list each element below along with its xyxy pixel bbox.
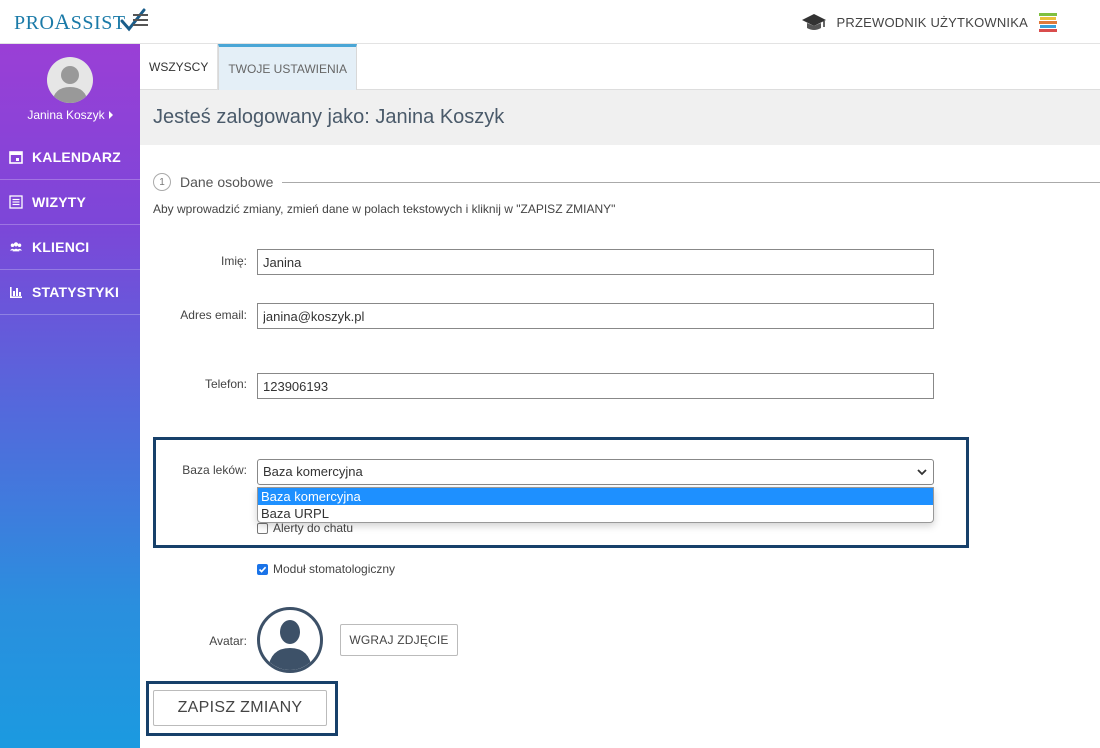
calendar-icon xyxy=(9,151,23,164)
dental-module-label: Moduł stomatologiczny xyxy=(273,562,396,576)
user-profile[interactable]: Janina Koszyk xyxy=(0,44,140,135)
dropdown-option[interactable]: Baza komercyjna xyxy=(258,488,933,505)
bar-chart-icon xyxy=(10,287,22,298)
tab-bar: WSZYSCY TWOJE USTAWIENIA xyxy=(140,44,1100,90)
dropdown-option[interactable]: Baza URPL xyxy=(258,505,933,522)
sidebar-item-statistics[interactable]: STATYSTYKI xyxy=(0,270,140,315)
checkmark-icon xyxy=(258,566,267,573)
page-title: Jesteś zalogowany jako: Janina Koszyk xyxy=(153,106,505,128)
avatar xyxy=(47,57,93,103)
email-input[interactable] xyxy=(257,303,934,329)
drug-db-selected-value: Baza komercyjna xyxy=(263,464,363,479)
sidebar-item-label: KLIENCI xyxy=(32,239,90,255)
sidebar-item-clients[interactable]: KLIENCI xyxy=(0,225,140,270)
user-name-label: Janina Koszyk xyxy=(27,108,105,122)
list-icon xyxy=(9,195,23,209)
drug-db-dropdown: Baza komercyjna Baza URPL xyxy=(257,487,934,523)
section-title: Dane osobowe xyxy=(180,174,274,190)
logo-text: PROASSIST xyxy=(14,9,126,34)
instructions-text: Aby wprowadzić zmiany, zmień dane w pola… xyxy=(153,202,616,216)
users-icon xyxy=(9,242,23,252)
tab-your-settings[interactable]: TWOJE USTAWIENIA xyxy=(218,44,358,90)
dental-module-row: Moduł stomatologiczny xyxy=(257,562,395,576)
sidebar: Janina Koszyk KALENDARZ WIZYTY KLIENCI S… xyxy=(0,44,140,748)
phone-input[interactable] xyxy=(257,373,934,399)
upload-photo-button[interactable]: WGRAJ ZDJĘCIE xyxy=(340,624,458,656)
dental-module-checkbox[interactable] xyxy=(257,563,268,575)
proassist-logo[interactable]: PROASSIST xyxy=(14,8,146,36)
chat-alerts-row: Alerty do chatu xyxy=(257,521,353,535)
user-name[interactable]: Janina Koszyk xyxy=(27,108,113,122)
menu-toggle-icon[interactable] xyxy=(133,14,148,27)
avatar-preview xyxy=(257,607,323,673)
caret-right-icon xyxy=(108,111,113,119)
step-number: 1 xyxy=(153,173,171,191)
save-button[interactable]: ZAPISZ ZMIANY xyxy=(153,690,327,726)
first-name-input[interactable] xyxy=(257,249,934,275)
user-silhouette-icon xyxy=(268,620,312,670)
sidebar-item-label: STATYSTYKI xyxy=(32,284,120,300)
phone-label: Telefon: xyxy=(204,377,247,391)
chevron-down-icon xyxy=(917,469,927,476)
login-banner: Jesteś zalogowany jako: Janina Koszyk xyxy=(140,90,1100,145)
main-content: WSZYSCY TWOJE USTAWIENIA Jesteś zalogowa… xyxy=(140,44,1100,748)
drug-db-label: Baza leków: xyxy=(182,463,247,477)
top-bar: PROASSIST PRZEWODNIK UŻYTKOWNIKA xyxy=(0,0,1100,44)
sidebar-item-label: WIZYTY xyxy=(32,194,87,210)
graduation-cap-icon xyxy=(801,14,826,30)
chat-alerts-checkbox[interactable] xyxy=(257,522,268,534)
user-guide-link[interactable]: PRZEWODNIK UŻYTKOWNIKA xyxy=(801,11,1028,33)
avatar-label: Avatar: xyxy=(209,634,247,648)
section-header: 1 Dane osobowe xyxy=(153,173,1100,191)
email-label: Adres email: xyxy=(180,308,247,322)
sidebar-item-visits[interactable]: WIZYTY xyxy=(0,180,140,225)
tab-all[interactable]: WSZYSCY xyxy=(140,44,219,90)
user-guide-label: PRZEWODNIK UŻYTKOWNIKA xyxy=(836,14,1028,30)
first-name-label: Imię: xyxy=(220,254,247,268)
sidebar-item-label: KALENDARZ xyxy=(32,149,121,165)
divider xyxy=(282,181,1100,183)
drug-db-select[interactable]: Baza komercyjna xyxy=(257,459,934,485)
sidebar-item-calendar[interactable]: KALENDARZ xyxy=(0,135,140,180)
books-icon[interactable] xyxy=(1037,11,1059,33)
user-placeholder-icon xyxy=(52,66,88,103)
chat-alerts-label: Alerty do chatu xyxy=(273,521,354,535)
